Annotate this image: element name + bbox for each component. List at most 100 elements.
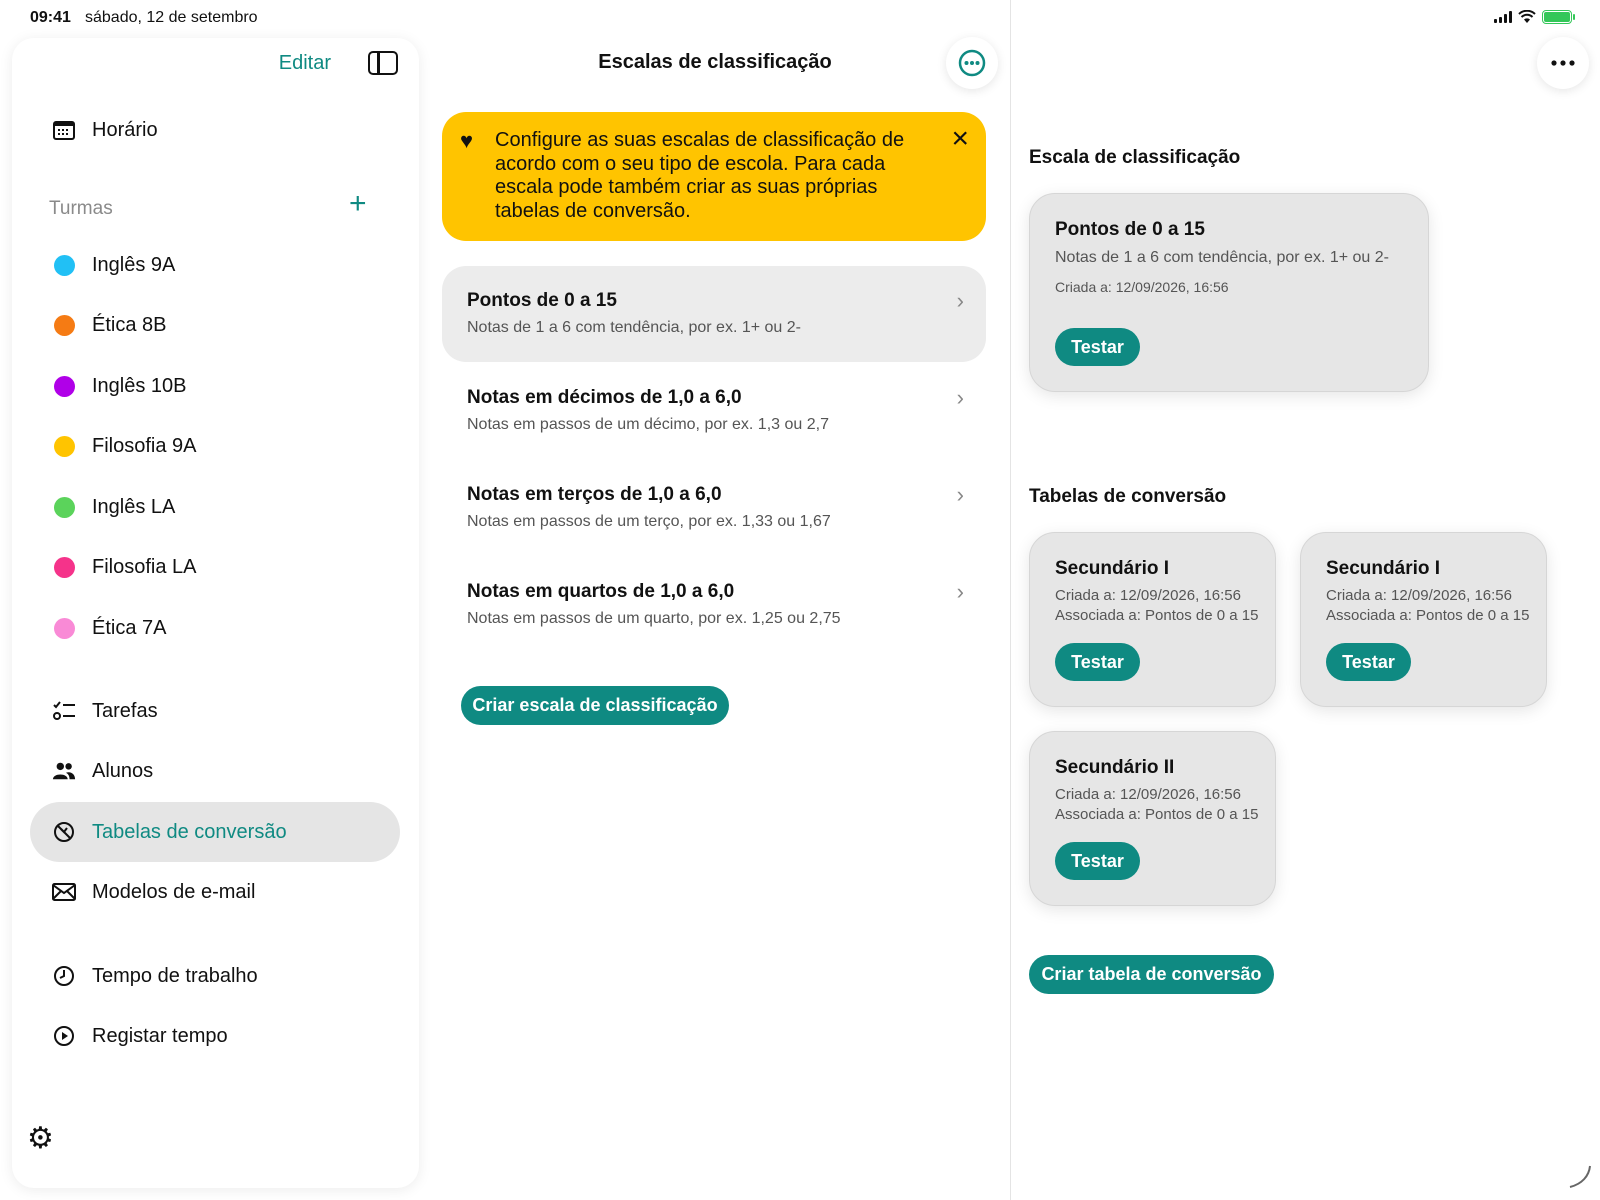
chevron-right-icon: › (956, 579, 964, 604)
card-created: Criada a: 12/09/2026, 16:56 (1055, 279, 1229, 295)
sidebar-toggle-icon[interactable] (368, 51, 398, 75)
sidebar: Editar Horário Turmas + Inglês 9A Ética … (12, 38, 419, 1188)
scale-subtitle: Notas em passos de um quarto, por ex. 1,… (467, 610, 841, 627)
test-button[interactable]: Testar (1055, 643, 1140, 681)
sidebar-item-class[interactable]: Filosofia 9A (30, 416, 400, 476)
sidebar-item-conversion-tables[interactable]: Tabelas de conversão (30, 802, 400, 862)
conversion-icon (52, 820, 76, 844)
sidebar-item-working-time[interactable]: Tempo de trabalho (30, 946, 400, 1006)
chevron-right-icon: › (956, 482, 964, 507)
scale-row[interactable]: Notas em terços de 1,0 a 6,0 Notas em pa… (442, 460, 986, 556)
sidebar-item-class[interactable]: Ética 8B (30, 295, 400, 355)
info-banner: ♥ Configure as suas escalas de classific… (442, 112, 986, 241)
sidebar-item-label: Tempo de trabalho (92, 964, 258, 987)
tables-section-heading: Tabelas de conversão (1029, 486, 1227, 507)
sidebar-item-label: Modelos de e-mail (92, 880, 256, 903)
wifi-icon (1518, 10, 1536, 23)
sidebar-item-label: Inglês 9A (92, 253, 176, 276)
card-linked: Associada a: Pontos de 0 a 15 (1326, 607, 1530, 624)
class-color-dot (53, 254, 75, 276)
settings-gear-icon[interactable]: ⚙ (27, 1124, 54, 1154)
sidebar-item-label: Ética 7A (92, 616, 167, 639)
checklist-icon (52, 699, 76, 723)
page-title: Escalas de classificação (598, 51, 832, 73)
class-color-dot (53, 496, 75, 518)
sidebar-item-students[interactable]: Alunos (30, 741, 400, 801)
sidebar-item-class[interactable]: Inglês 10B (30, 356, 400, 416)
calendar-icon (52, 118, 76, 142)
chevron-right-icon: › (956, 288, 964, 313)
sidebar-item-label: Filosofia 9A (92, 434, 197, 457)
class-color-dot (53, 314, 75, 336)
signal-icon (1494, 11, 1512, 23)
class-color-dot (53, 375, 75, 397)
sidebar-item-label: Ética 8B (92, 313, 167, 336)
edit-button[interactable]: Editar (279, 52, 331, 75)
sidebar-item-class[interactable]: Inglês 9A (30, 235, 400, 295)
status-date: sábado, 12 de setembro (85, 9, 258, 26)
card-created: Criada a: 12/09/2026, 16:56 (1055, 786, 1241, 803)
sidebar-item-label: Inglês 10B (92, 374, 187, 397)
classes-section-header: Turmas (49, 198, 113, 219)
ellipsis-circle-icon (958, 49, 986, 77)
envelope-icon (52, 880, 76, 904)
sidebar-item-schedule[interactable]: Horário (30, 100, 400, 160)
sidebar-item-label: Alunos (92, 759, 154, 782)
clock-icon (52, 964, 76, 988)
sidebar-item-tasks[interactable]: Tarefas (30, 681, 400, 741)
card-linked: Associada a: Pontos de 0 a 15 (1055, 806, 1259, 823)
create-scale-button[interactable]: Criar escala de classificação (461, 686, 729, 725)
sidebar-item-class[interactable]: Ética 7A (30, 598, 400, 658)
sidebar-item-label: Tarefas (92, 699, 158, 722)
scale-section-heading: Escala de classificação (1029, 147, 1241, 168)
sidebar-item-label: Registar tempo (92, 1024, 228, 1047)
card-created: Criada a: 12/09/2026, 16:56 (1326, 587, 1512, 604)
create-conversion-table-button[interactable]: Criar tabela de conversão (1029, 955, 1274, 994)
scale-subtitle: Notas de 1 a 6 com tendência, por ex. 1+… (467, 319, 801, 336)
conversion-table-card: Secundário I Criada a: 12/09/2026, 16:56… (1300, 532, 1547, 707)
scale-subtitle: Notas em passos de um terço, por ex. 1,3… (467, 513, 831, 530)
card-subtitle: Notas de 1 a 6 com tendência, por ex. 1+… (1055, 249, 1389, 266)
scale-row[interactable]: Pontos de 0 a 15 Notas de 1 a 6 com tend… (442, 266, 986, 362)
sidebar-item-class[interactable]: Filosofia LA (30, 537, 400, 597)
more-button[interactable] (1537, 37, 1589, 89)
class-color-dot (53, 556, 75, 578)
scale-title: Notas em décimos de 1,0 a 6,0 (467, 387, 742, 408)
scale-title: Notas em quartos de 1,0 a 6,0 (467, 581, 735, 602)
scale-title: Pontos de 0 a 15 (467, 290, 617, 311)
status-time: 09:41 (30, 9, 71, 26)
add-class-button[interactable]: + (349, 189, 367, 219)
test-button[interactable]: Testar (1055, 842, 1140, 880)
status-icons (1494, 10, 1575, 24)
test-button[interactable]: Testar (1055, 328, 1140, 366)
scale-title: Notas em terços de 1,0 a 6,0 (467, 484, 722, 505)
card-created: Criada a: 12/09/2026, 16:56 (1055, 587, 1241, 604)
sidebar-item-log-time[interactable]: Registar tempo (30, 1006, 400, 1066)
card-title: Secundário II (1055, 757, 1175, 778)
conversion-table-card: Secundário I Criada a: 12/09/2026, 16:56… (1029, 532, 1276, 707)
sidebar-item-label: Tabelas de conversão (92, 820, 287, 843)
conversion-table-card: Secundário II Criada a: 12/09/2026, 16:5… (1029, 731, 1276, 906)
banner-text: Configure as suas escalas de classificaç… (495, 129, 905, 222)
battery-icon (1542, 10, 1575, 24)
scale-row[interactable]: Notas em quartos de 1,0 a 6,0 Notas em p… (442, 557, 986, 653)
scale-subtitle: Notas em passos de um décimo, por ex. 1,… (467, 416, 829, 433)
card-title: Secundário I (1326, 558, 1441, 579)
card-title: Pontos de 0 a 15 (1055, 219, 1205, 240)
chevron-right-icon: › (956, 385, 964, 410)
more-options-button[interactable] (946, 37, 998, 89)
test-button[interactable]: Testar (1326, 643, 1411, 681)
sidebar-item-class[interactable]: Inglês LA (30, 477, 400, 537)
sidebar-item-email-templates[interactable]: Modelos de e-mail (30, 862, 400, 922)
close-icon[interactable]: × (951, 122, 969, 156)
people-icon (52, 759, 76, 783)
sidebar-item-label: Inglês LA (92, 495, 176, 518)
card-title: Secundário I (1055, 558, 1170, 579)
play-icon (52, 1024, 76, 1048)
class-color-dot (53, 435, 75, 457)
panel-divider (1010, 0, 1011, 1200)
scale-row[interactable]: Notas em décimos de 1,0 a 6,0 Notas em p… (442, 363, 986, 459)
ellipsis-icon (1551, 60, 1575, 66)
scroll-indicator-icon (1569, 1165, 1591, 1188)
sidebar-item-label: Horário (92, 118, 158, 141)
